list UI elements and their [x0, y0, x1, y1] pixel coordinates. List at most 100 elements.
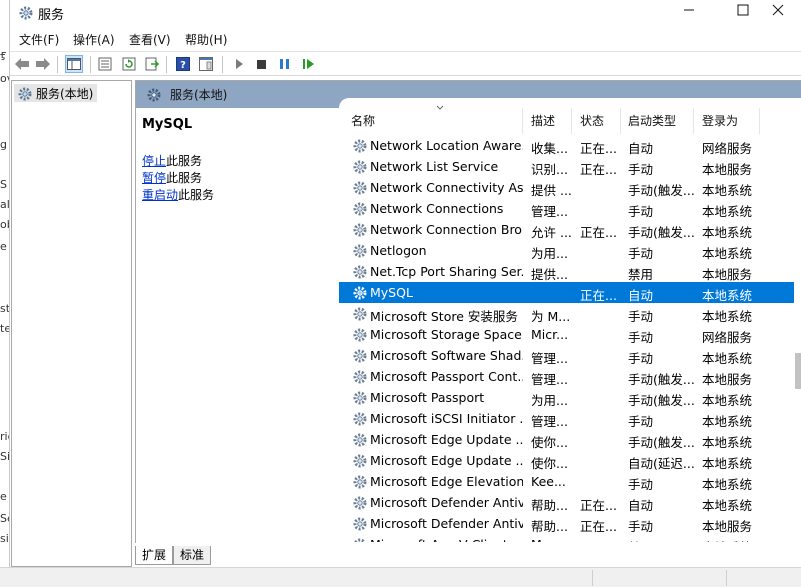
action-text: 此服务	[166, 171, 203, 185]
cell-startup: 自动	[628, 498, 654, 513]
edge-text: e	[0, 240, 7, 253]
table-row[interactable]: Microsoft App-V Client Man... 禁用 本地系统	[339, 534, 799, 542]
table-row[interactable]: Microsoft Edge Update ... 使你... 自动(延迟... 本地…	[339, 450, 799, 471]
vertical-scrollbar[interactable]	[794, 98, 801, 543]
menu-file[interactable]: 文件(F)	[19, 31, 59, 48]
cell-desc: 使你...	[531, 456, 568, 471]
column-header-logon-as[interactable]: 登录为	[694, 108, 760, 134]
console-tree-icon[interactable]	[65, 55, 83, 73]
forward-arrow-icon[interactable]	[34, 55, 52, 73]
edge-text: rio	[0, 430, 9, 443]
table-row[interactable]: Microsoft Passport Cont... 管理... 手动(触发... 本…	[339, 366, 799, 387]
table-row[interactable]: Microsoft Passport 为用... 手动(触发... 本地系统	[339, 387, 799, 408]
tree-node-services-local[interactable]: 服务(本地)	[14, 84, 98, 102]
table-row[interactable]: Microsoft Edge Elevation... Kee... 手动 本地系统	[339, 471, 799, 492]
cell-logon: 本地系统	[702, 309, 753, 324]
restart-service-icon[interactable]	[299, 55, 317, 73]
cell-logon: 本地系统	[702, 414, 753, 429]
stop-service-icon[interactable]	[252, 55, 270, 73]
menu-help[interactable]: 帮助(H)	[185, 31, 227, 48]
menu-view[interactable]: 查看(V)	[129, 31, 171, 48]
cell-desc: 帮助...	[531, 519, 568, 534]
refresh-icon[interactable]	[120, 55, 138, 73]
table-row[interactable]: Network Connectivity Ass... 提供 ... 手动(触发..…	[339, 177, 799, 198]
table-row[interactable]: Microsoft Defender Antiv... 帮助... 正在... 手动 本…	[339, 513, 799, 534]
table-row[interactable]: Network Location Aware... 收集... 正在... 自动 网络服…	[339, 135, 799, 156]
cell-startup: 手动	[628, 162, 654, 177]
column-header-status[interactable]: 状态	[572, 108, 621, 134]
view-tabs: 扩展 标准	[135, 543, 801, 567]
cell-name: Network Location Aware...	[370, 138, 523, 153]
cell-startup: 手动(触发...	[628, 372, 694, 387]
cell-desc: 提供 ...	[531, 183, 572, 198]
service-gear-icon	[352, 411, 368, 427]
scrollbar-thumb[interactable]	[795, 353, 801, 389]
cell-name: Microsoft Storage Space...	[370, 327, 523, 342]
service-gear-icon	[352, 432, 368, 448]
help-icon[interactable]: ?	[174, 55, 192, 73]
cell-desc: 管理...	[531, 372, 568, 387]
show-hide-pane-icon[interactable]	[197, 55, 215, 73]
table-row-selected[interactable]: MySQL 正在... 自动 本地系统	[339, 282, 799, 303]
table-row[interactable]: Microsoft iSCSI Initiator ... 管理... 手动 本地系统	[339, 408, 799, 429]
stop-service-link[interactable]: 停止	[142, 154, 166, 168]
menu-action[interactable]: 操作(A)	[73, 31, 115, 48]
cell-name: Microsoft Software Shad...	[370, 348, 523, 363]
tab-standard[interactable]: 标准	[173, 546, 212, 565]
close-button[interactable]	[755, 0, 801, 26]
service-gear-icon	[352, 369, 368, 385]
cell-startup: 手动(触发...	[628, 225, 694, 240]
cell-desc: 管理...	[531, 414, 568, 429]
tab-extended[interactable]: 扩展	[135, 546, 174, 565]
cell-logon: 网络服务	[702, 141, 753, 156]
cell-name: Net.Tcp Port Sharing Ser...	[370, 264, 523, 279]
table-row[interactable]: Microsoft Store 安装服务为 M... 手动 本地系统	[339, 303, 799, 324]
table-row[interactable]: Network Connections 管理... 手动 本地系统	[339, 198, 799, 219]
table-row[interactable]: Network Connection Bro... 允许 ... 正在... 手动(触…	[339, 219, 799, 240]
table-row[interactable]: Netlogon 为用... 手动 本地系统	[339, 240, 799, 261]
cell-desc: Micr...	[531, 327, 569, 342]
export-list-icon[interactable]	[143, 55, 161, 73]
pause-service-icon[interactable]	[275, 55, 293, 73]
service-gear-icon	[352, 138, 368, 154]
menu-bar: 文件(F) 操作(A) 查看(V) 帮助(H)	[10, 28, 801, 50]
cell-logon: 网络服务	[702, 330, 753, 345]
table-row[interactable]: Net.Tcp Port Sharing Ser... 提供... 禁用 本地服务	[339, 261, 799, 282]
column-header-startup-type[interactable]: 启动类型	[621, 108, 694, 134]
service-gear-icon	[352, 537, 368, 542]
cell-startup: 手动	[628, 351, 654, 366]
properties-icon[interactable]	[96, 55, 114, 73]
service-gear-icon	[352, 453, 368, 469]
cell-logon: 本地系统	[702, 435, 753, 450]
pause-service-link[interactable]: 暂停	[142, 171, 166, 185]
restart-service-link[interactable]: 重启动	[142, 188, 178, 202]
edge-text: S	[0, 178, 7, 191]
minimize-button[interactable]	[666, 0, 712, 26]
column-header-description[interactable]: 描述	[523, 108, 572, 134]
table-row[interactable]: Microsoft Defender Antiv... 帮助... 正在... 自动 本…	[339, 492, 799, 513]
cell-status: 正在...	[580, 141, 617, 156]
table-row[interactable]: Microsoft Edge Update ... 使你... 手动(触发... 本地…	[339, 429, 799, 450]
table-row[interactable]: Microsoft Software Shad... 管理... 手动 本地系统	[339, 345, 799, 366]
cell-startup: 手动	[628, 477, 654, 492]
cell-startup: 自动	[628, 141, 654, 156]
console-tree-pane: 服务(本地)	[11, 80, 132, 567]
pane-header-title: 服务(本地)	[170, 88, 228, 102]
cell-status: 正在...	[580, 519, 617, 534]
start-service-icon[interactable]	[230, 55, 248, 73]
cell-logon: 本地系统	[702, 183, 753, 198]
cell-startup: 自动	[628, 288, 654, 303]
cell-startup: 手动	[628, 414, 654, 429]
service-gear-icon	[352, 390, 368, 406]
cell-desc: 为 M...	[531, 309, 571, 324]
cell-logon: 本地服务	[702, 372, 753, 387]
service-gear-icon	[352, 222, 368, 238]
column-header-name[interactable]: 名称	[339, 108, 523, 134]
table-row[interactable]: Microsoft Storage Space... Micr... 手动 网络服务	[339, 324, 799, 345]
cell-startup: 自动(延迟...	[628, 456, 694, 471]
service-gear-icon	[352, 516, 368, 532]
table-row[interactable]: Network List Service 识别... 正在... 手动 本地服务	[339, 156, 799, 177]
toolbar: ?	[10, 51, 801, 76]
cell-logon: 本地系统	[702, 477, 753, 492]
back-arrow-icon[interactable]	[13, 55, 31, 73]
